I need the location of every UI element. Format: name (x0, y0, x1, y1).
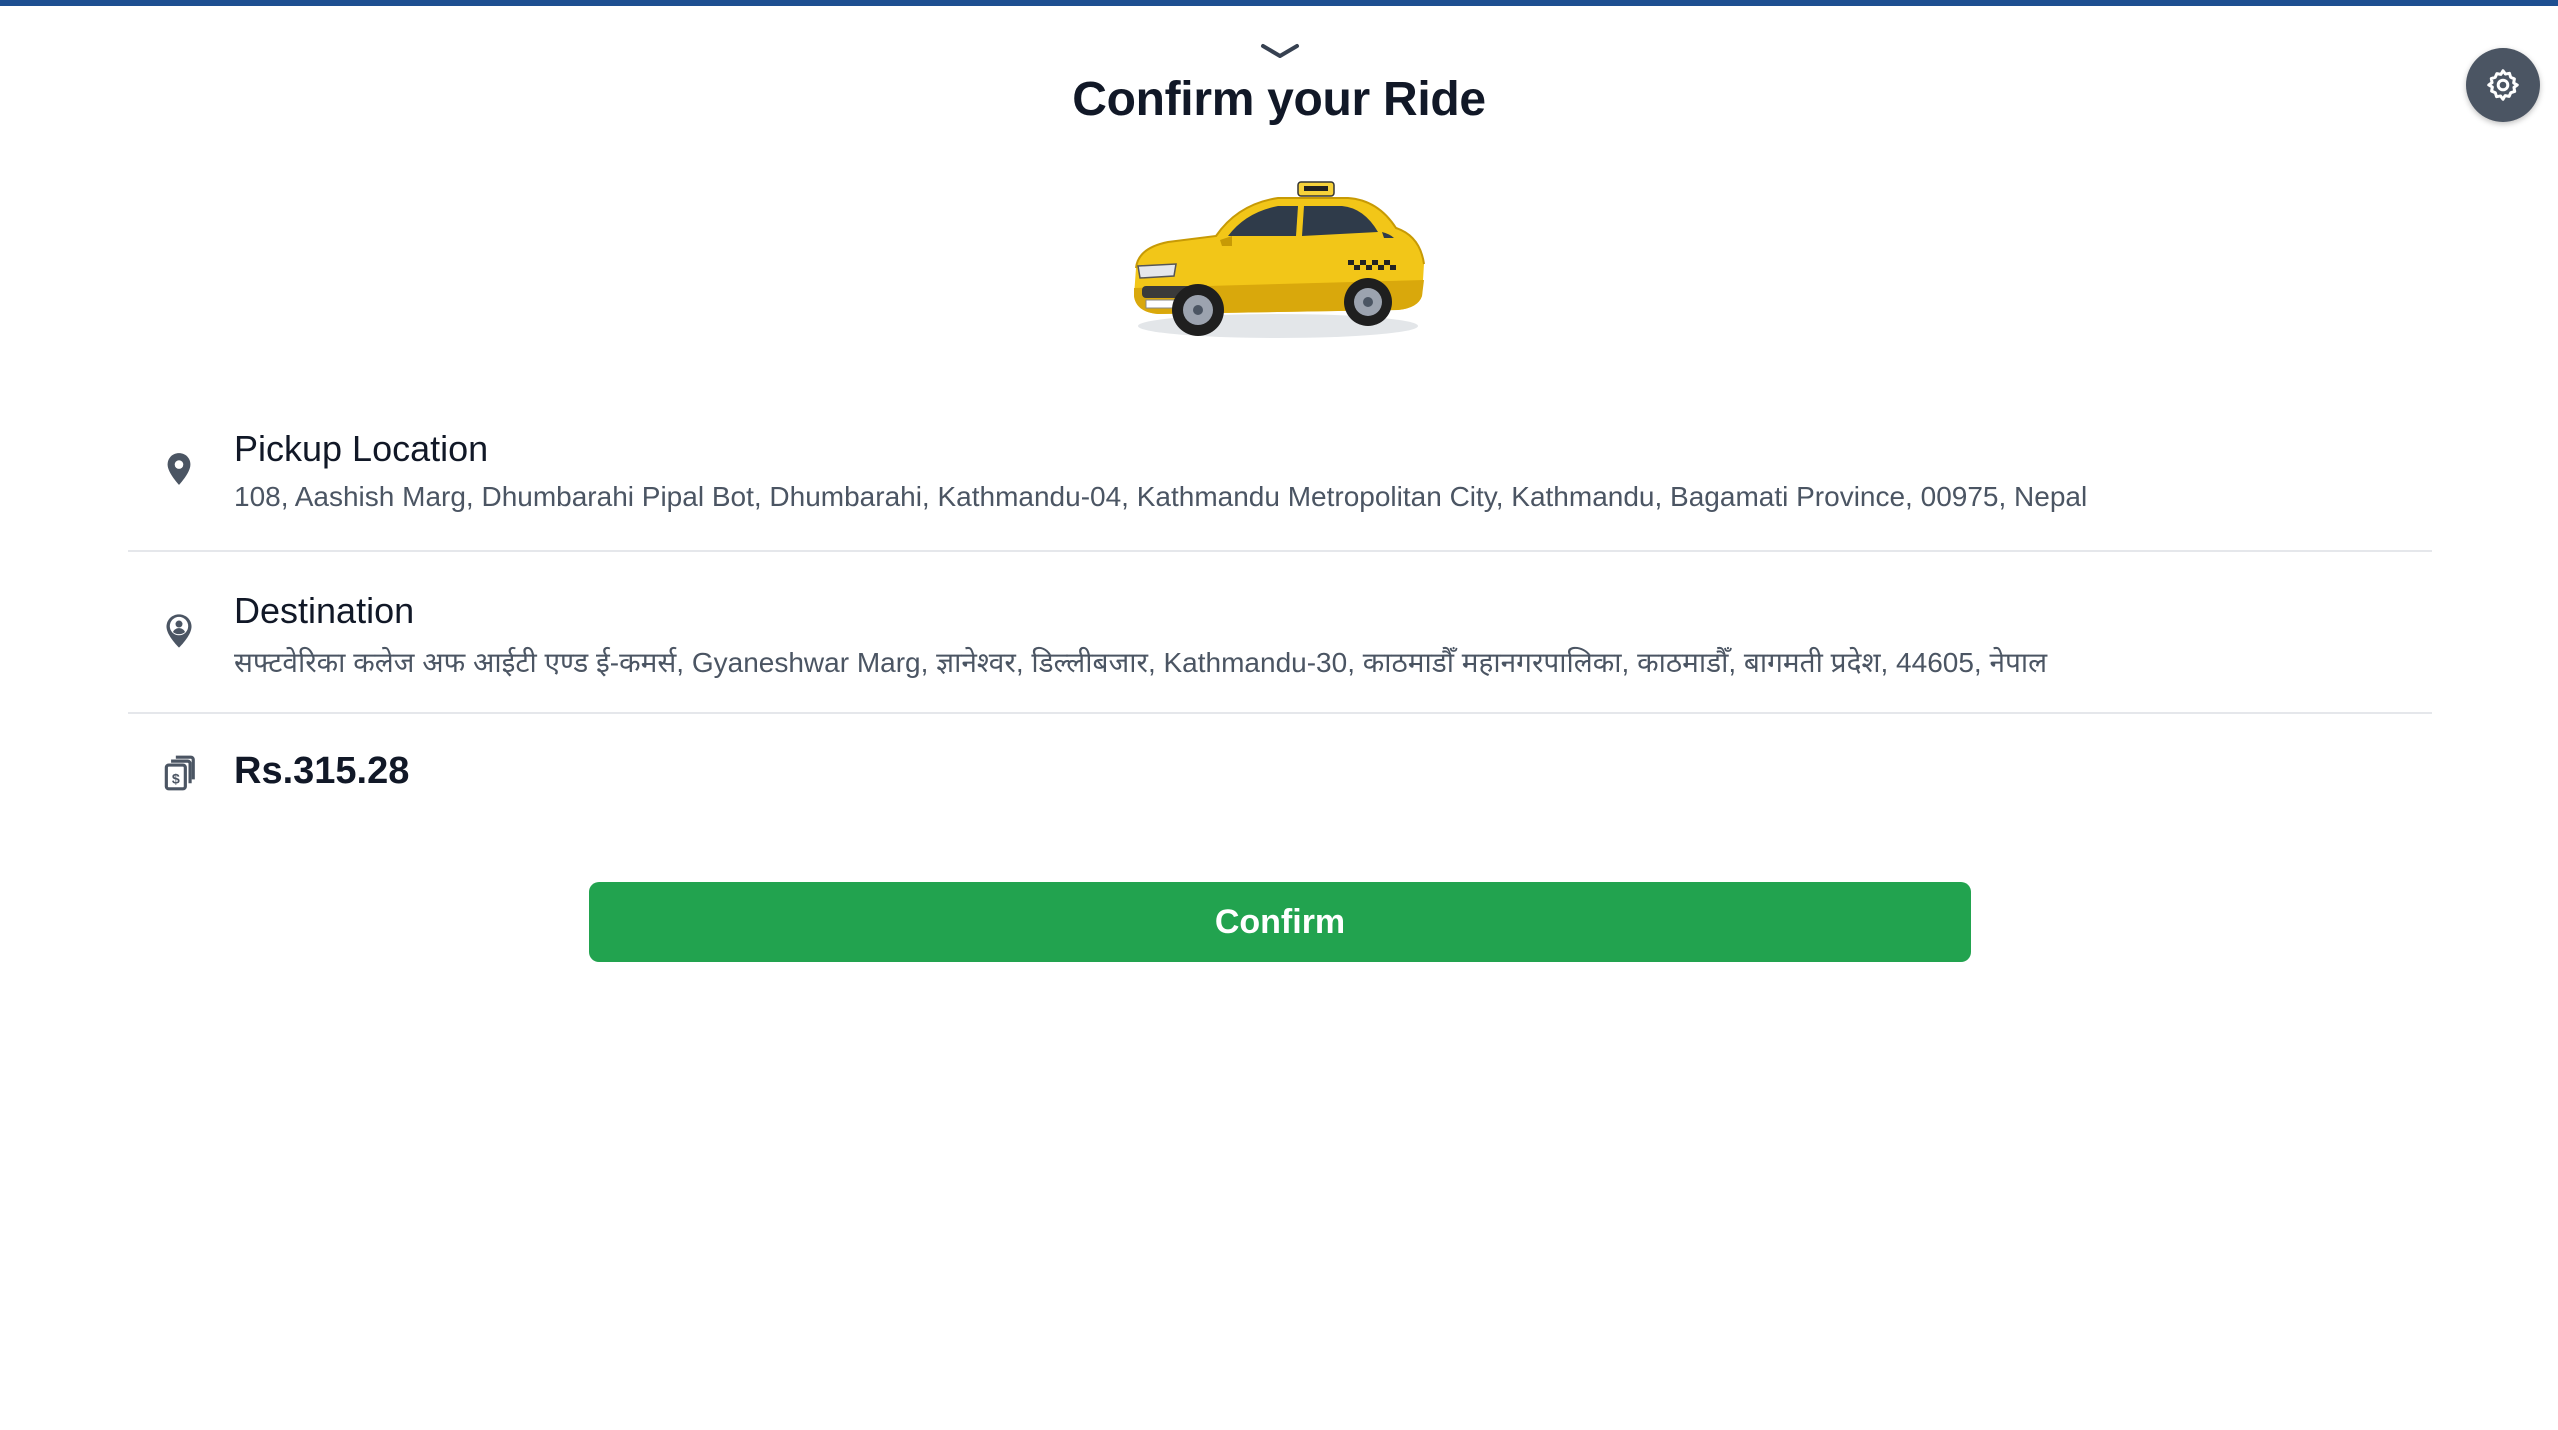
settings-button[interactable] (2466, 48, 2540, 122)
money-bills-icon: $ (160, 754, 198, 792)
person-pin-icon (160, 612, 198, 650)
gear-icon (2485, 67, 2521, 103)
chevron-down-icon[interactable] (1259, 42, 1301, 62)
pickup-address: 108, Aashish Marg, Dhumbarahi Pipal Bot,… (234, 481, 2088, 512)
top-accent-bar (0, 0, 2558, 6)
fare-row: $ Rs.315.28 (128, 744, 2432, 824)
confirm-button[interactable]: Confirm (589, 882, 1971, 962)
fare-amount: Rs.315.28 (234, 750, 410, 792)
map-pin-icon (160, 450, 198, 488)
pickup-label: Pickup Location (234, 428, 489, 469)
svg-text:$: $ (172, 771, 180, 787)
taxi-car-image (1128, 176, 1430, 344)
pickup-location-row: Pickup Location 108, Aashish Marg, Dhumb… (128, 420, 2432, 552)
page-title: Confirm your Ride (1072, 73, 1486, 126)
destination-label: Destination (234, 590, 415, 631)
destination-address: सफ्टवेरिका कलेज अफ आईटी एण्ड ई-कमर्स, Gy… (234, 647, 2048, 678)
destination-row: Destination सफ्टवेरिका कलेज अफ आईटी एण्ड… (128, 582, 2432, 714)
